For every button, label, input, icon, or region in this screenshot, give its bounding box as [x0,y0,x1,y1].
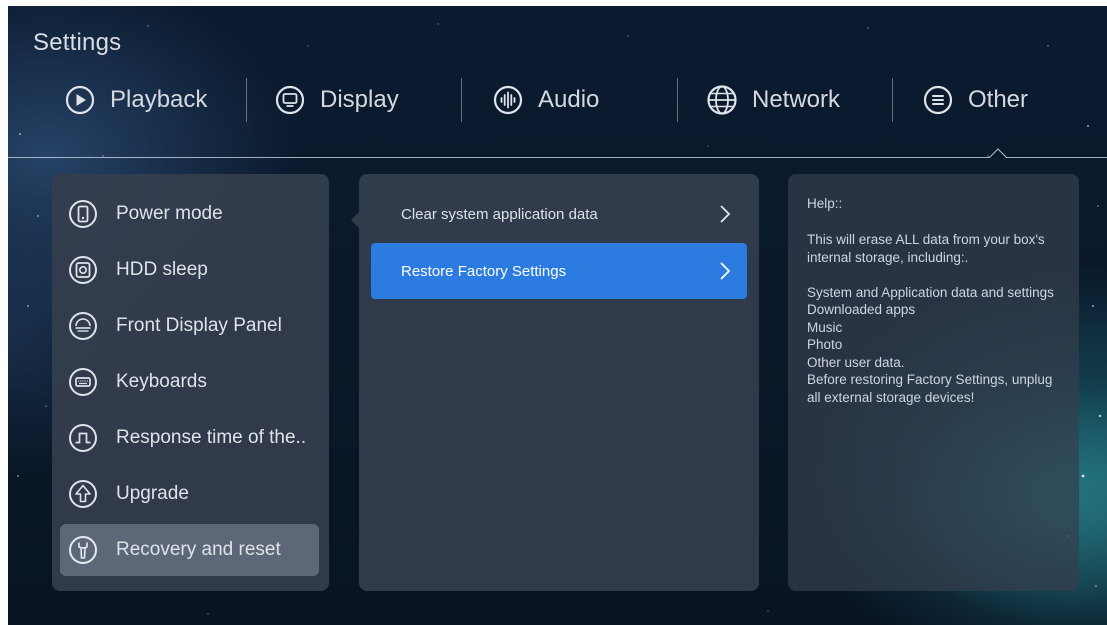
power-mode-icon [69,200,97,228]
option-label: Restore Factory Settings [401,262,567,280]
sidebar-item-upgrade[interactable]: Upgrade [60,468,319,520]
sidebar-item-label: Response time of the.. [116,427,307,448]
category-tabs: Playback Display Audio Network Other [38,74,1078,126]
chevron-right-icon [720,205,731,223]
tab-network[interactable]: Network [706,74,840,126]
upgrade-icon [69,480,97,508]
sidebar-panel: Power mode HDD sleep Front Display Panel [52,174,329,591]
tab-label: Network [752,86,841,113]
menu-circle-icon [923,85,953,115]
sidebar-item-label: Recovery and reset [116,539,281,560]
wrench-icon [69,536,97,564]
play-circle-icon [65,85,95,115]
tab-separator [892,78,893,122]
tab-label: Playback [110,86,208,113]
sidebar-item-label: Keyboards [116,371,207,392]
tab-label: Display [320,86,399,113]
tab-separator [246,78,247,122]
sidebar-item-label: Front Display Panel [116,315,282,336]
options-panel: Clear system application data Restore Fa… [359,174,759,591]
option-label: Clear system application data [401,205,598,223]
tab-separator [677,78,678,122]
globe-icon [707,85,737,115]
page-title: Settings [33,29,122,56]
tab-separator [461,78,462,122]
tab-playback[interactable]: Playback [64,74,207,126]
tab-display[interactable]: Display [274,74,399,126]
settings-screen: Settings Playback Display Audio Network … [8,6,1107,625]
option-restore-factory-settings[interactable]: Restore Factory Settings [371,243,747,299]
audio-wave-icon [493,85,523,115]
help-text: This will erase ALL data from your box's… [807,232,1054,405]
tab-label: Other [968,86,1029,113]
sidebar-item-front-display-panel[interactable]: Front Display Panel [60,300,319,352]
monitor-icon [275,85,305,115]
tab-other[interactable]: Other [922,74,1028,126]
sidebar-item-power-mode[interactable]: Power mode [60,188,319,240]
options-pointer [351,212,359,228]
sidebar-item-label: Upgrade [116,483,189,504]
sidebar-item-label: HDD sleep [116,259,208,280]
sidebar-item-label: Power mode [116,203,223,224]
sidebar-item-hdd-sleep[interactable]: HDD sleep [60,244,319,296]
tab-audio[interactable]: Audio [492,74,599,126]
tab-label: Audio [538,86,600,113]
sidebar-item-response-time[interactable]: Response time of the.. [60,412,319,464]
hdd-icon [69,256,97,284]
help-title: Help:: [807,196,843,211]
option-clear-system-app-data[interactable]: Clear system application data [371,186,747,242]
sidebar-item-keyboards[interactable]: Keyboards [60,356,319,408]
sidebar-item-recovery-and-reset[interactable]: Recovery and reset [60,524,319,576]
keyboard-icon [69,368,97,396]
response-time-icon [69,424,97,452]
chevron-right-icon [720,262,731,280]
selected-tab-indicator [989,148,1007,158]
help-panel: Help:: This will erase ALL data from you… [788,174,1079,591]
front-display-icon [69,312,97,340]
tabs-divider [8,157,1107,158]
